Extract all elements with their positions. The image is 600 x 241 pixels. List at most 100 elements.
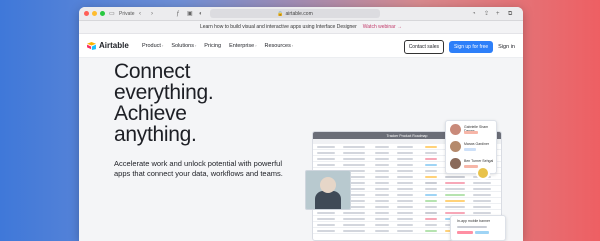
nav-item-label: Resources — [264, 42, 291, 49]
privacy-icon[interactable]: ◐ — [199, 10, 203, 18]
mock-cell — [317, 230, 335, 232]
mock-cell — [397, 206, 413, 208]
mock-cell — [425, 230, 437, 232]
browser-toolbar: ▭ Private ‹ › ƒ ▣ ◐ 🔒 airtable.com ◔ ⇪ +… — [79, 7, 523, 21]
nav-item-label: Solutions — [171, 42, 194, 49]
mock-cell — [397, 230, 413, 232]
status-tag — [464, 165, 478, 168]
mock-cell — [375, 146, 389, 148]
mock-cell — [445, 188, 465, 190]
nav-item-solutions[interactable]: Solutions› — [171, 43, 196, 49]
mock-cell — [473, 182, 491, 184]
nav-item-resources[interactable]: Resources› — [265, 43, 294, 49]
mock-cell — [445, 206, 465, 208]
nav-item-enterprise[interactable]: Enterprise› — [229, 43, 256, 49]
mock-cell — [425, 194, 437, 196]
person-name: Marwa Gardiner — [464, 142, 490, 146]
download-icon[interactable]: ◔ — [472, 10, 476, 18]
mock-cell — [425, 218, 437, 220]
mock-cell — [397, 182, 413, 184]
status-tag — [464, 131, 478, 134]
mock-cell — [375, 152, 389, 154]
contact-sales-button[interactable]: Contact sales — [403, 40, 444, 54]
mock-cell — [397, 200, 413, 202]
headline-line: anything. — [114, 123, 197, 146]
avatar — [450, 141, 461, 152]
sidebar-icon[interactable]: ▭ — [109, 10, 115, 18]
forward-icon[interactable]: › — [151, 10, 153, 18]
mock-cell — [343, 152, 365, 154]
mock-cell — [397, 176, 413, 178]
nav-item-label: Product — [142, 42, 161, 49]
share-icon[interactable]: ⇪ — [484, 10, 489, 18]
mock-cell — [375, 230, 389, 232]
mock-cell — [375, 212, 389, 214]
mock-cell — [445, 182, 465, 184]
signin-link[interactable]: Sign in — [498, 44, 515, 50]
watch-webinar-link[interactable]: Watch webinar → — [363, 24, 402, 30]
mock-cell — [397, 158, 413, 160]
mock-cell — [317, 224, 335, 226]
person-head — [320, 177, 336, 193]
chevron-right-icon: › — [194, 42, 197, 48]
nav-item-product[interactable]: Product› — [142, 43, 163, 49]
mock-cell — [473, 200, 491, 202]
logo-text: Airtable — [99, 41, 129, 50]
new-tab-icon[interactable]: + — [496, 10, 500, 18]
announcement-text: Learn how to build visual and interactiv… — [199, 24, 357, 30]
mock-cell — [397, 146, 413, 148]
mock-cell — [375, 206, 389, 208]
url-text: airtable.com — [285, 10, 313, 17]
nav-item-pricing[interactable]: Pricing — [204, 43, 221, 49]
airtable-logo[interactable]: Airtable — [87, 41, 133, 50]
mock-cell — [445, 200, 465, 202]
mock-cell — [317, 218, 335, 220]
chevron-right-icon: › — [291, 42, 294, 48]
mock-cell — [375, 218, 389, 220]
mock-cell — [375, 200, 389, 202]
mock-cell — [397, 224, 413, 226]
mock-cell — [317, 152, 335, 154]
mock-cell — [317, 158, 335, 160]
mock-cell — [343, 218, 365, 220]
mock-cell — [375, 224, 389, 226]
mock-cell — [473, 206, 491, 208]
mock-cell — [397, 212, 413, 214]
mock-cell — [343, 146, 365, 148]
mock-cell — [445, 194, 465, 196]
mock-cell — [425, 188, 437, 190]
mock-cell — [375, 158, 389, 160]
mock-cell — [375, 170, 389, 172]
signup-button[interactable]: Sign up for free — [448, 41, 494, 53]
zoom-window-button[interactable] — [100, 11, 105, 16]
mock-cell — [473, 212, 491, 214]
window-controls — [84, 11, 105, 16]
mock-cell — [425, 200, 437, 202]
close-window-button[interactable] — [84, 11, 89, 16]
mock-cell — [425, 176, 437, 178]
tabs-icon[interactable]: ⧉ — [508, 10, 512, 18]
video-call-image — [305, 170, 351, 210]
nav-item-label: Pricing — [204, 42, 222, 49]
back-icon[interactable]: ‹ — [139, 10, 141, 18]
mock-cell — [343, 212, 365, 214]
translate-icon[interactable]: ƒ — [176, 10, 179, 18]
mock-cell — [445, 212, 465, 214]
reader-icon[interactable]: ▣ — [187, 10, 193, 18]
browser-window: ▭ Private ‹ › ƒ ▣ ◐ 🔒 airtable.com ◔ ⇪ +… — [79, 7, 523, 241]
mock-cell — [397, 218, 413, 220]
task-card: In-app mobile banner — [450, 215, 506, 241]
task-title: In-app mobile banner — [457, 219, 491, 223]
nav-item-label: Enterprise — [229, 42, 255, 49]
mock-cell — [425, 152, 437, 154]
mock-cell — [425, 170, 437, 172]
mock-cell — [425, 224, 437, 226]
mock-cell — [473, 194, 491, 196]
address-bar[interactable]: 🔒 airtable.com — [210, 9, 380, 18]
mock-cell — [397, 194, 413, 196]
mock-cell — [425, 182, 437, 184]
minimize-window-button[interactable] — [92, 11, 97, 16]
mock-cell — [375, 176, 389, 178]
mock-cell — [317, 146, 335, 148]
nav-actions: Contact sales Sign up for free Sign in — [403, 40, 515, 54]
